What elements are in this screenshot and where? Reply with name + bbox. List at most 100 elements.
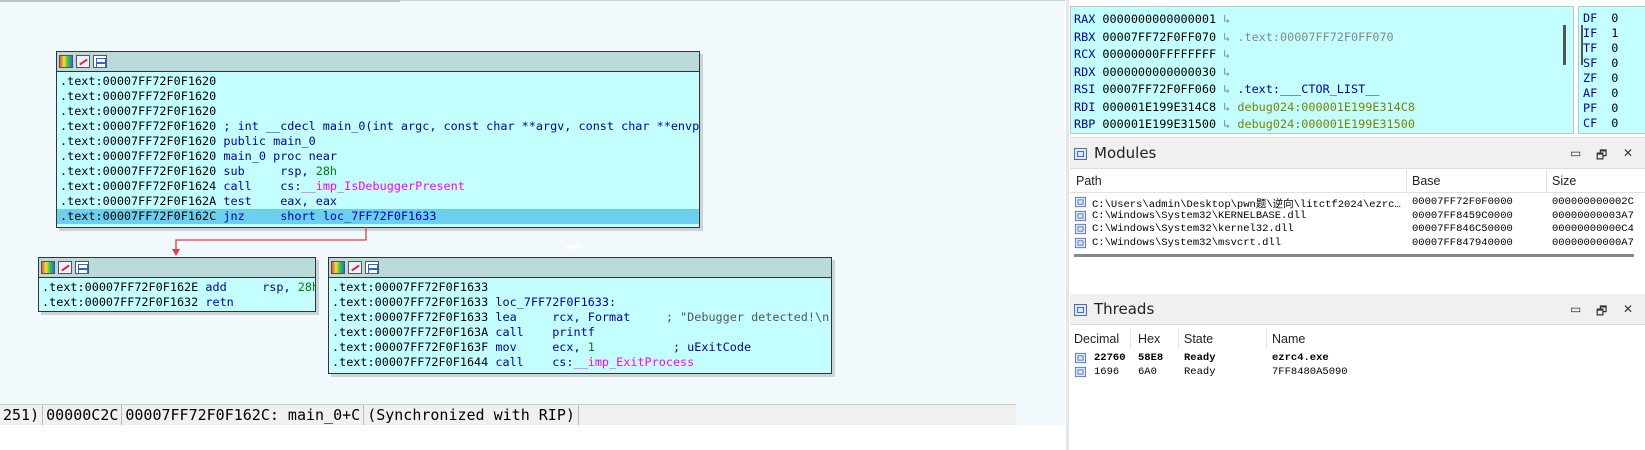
jump-arrow-icon[interactable]: ↳ [1216,100,1237,114]
module-row[interactable]: C:\Windows\System32\msvcrt.dll 00007FF847… [1070,237,1645,251]
flag-row[interactable]: ZF 0 [1583,71,1645,86]
flag-name: AF [1583,86,1598,100]
jump-arrow-icon[interactable]: ↳ [1216,30,1237,44]
flag-row[interactable]: SF 0 [1583,56,1645,71]
thread-row[interactable]: 22760 58E8 Ready ezrc4.exe [1070,352,1645,366]
close-button[interactable]: ✕ [1623,302,1633,316]
modules-icon [1074,148,1087,160]
threads-table: 22760 58E8 Ready ezrc4.exe 1696 6A0 Ready 7FF84… [1070,352,1645,380]
flag-name: SF [1583,56,1598,70]
edge-false-branch [175,227,367,252]
module-size: 00000000000C4 [1552,223,1634,235]
jump-arrow-icon[interactable]: ↳ [1216,117,1237,131]
status-cell: 00000C2C [43,405,123,425]
col-divider[interactable] [1130,328,1131,348]
col-state[interactable]: State [1184,332,1213,346]
jump-arrow-icon[interactable]: ↳ [1216,82,1237,96]
flag-value[interactable]: 0 [1611,101,1618,115]
flag-value[interactable]: 0 [1611,116,1618,130]
close-button[interactable]: ✕ [1623,146,1633,160]
register-row[interactable]: RCX 00000000FFFFFFFF ↳ [1074,46,1573,64]
col-base[interactable]: Base [1412,174,1441,188]
col-divider[interactable] [1546,170,1547,192]
flag-row[interactable]: DF 0 [1583,11,1645,26]
jump-arrow-icon[interactable]: ↳ [1216,47,1237,61]
register-value[interactable]: 00007FF72F0FF060 [1102,82,1216,96]
register-value[interactable]: 00000000FFFFFFFF [1102,47,1216,61]
registers-scrollbar[interactable] [1563,25,1566,65]
col-divider[interactable] [1178,328,1179,348]
flag-row[interactable]: IF 1 [1583,26,1645,41]
register-row[interactable]: RDI 000001E199E314C8 ↳ debug024:000001E1… [1074,99,1573,117]
flag-row[interactable]: CF 0 [1583,116,1645,131]
register-reference[interactable]: .text:00007FF72F0FF070 [1237,30,1393,44]
col-path[interactable]: Path [1076,174,1102,188]
register-value[interactable]: 0000000000000001 [1102,12,1216,26]
register-list: RAX 0000000000000001 ↳ RBX 00007FF72F0FF… [1071,7,1573,133]
register-value[interactable]: 000001E199E31500 [1102,117,1216,131]
panel-splitter[interactable] [1066,0,1069,450]
flag-value[interactable]: 0 [1611,11,1618,25]
flag-value[interactable]: 0 [1611,86,1618,100]
restore-button[interactable]: 🗗 [1596,146,1607,167]
flag-value[interactable]: 0 [1611,41,1618,55]
modules-window[interactable]: Modules ▭ 🗗 ✕ Path Base Size C:\Users\ad… [1070,137,1645,266]
flag-value[interactable]: 1 [1611,26,1618,40]
register-row[interactable]: RAX 0000000000000001 ↳ [1074,11,1573,29]
threads-title: Threads [1094,300,1155,318]
register-name: RBP [1074,117,1096,131]
flags-scrollbar[interactable] [1581,25,1583,65]
col-divider[interactable] [1266,328,1267,348]
flag-row[interactable]: TF 0 [1583,41,1645,56]
col-hex[interactable]: Hex [1138,332,1160,346]
flag-value[interactable]: 0 [1611,56,1618,70]
register-name: RCX [1074,47,1096,61]
thread-icon [1074,366,1087,378]
col-decimal[interactable]: Decimal [1074,332,1119,346]
register-row[interactable]: RSI 00007FF72F0FF060 ↳ .text:___CTOR_LIS… [1074,81,1573,99]
status-cell: 251) [0,405,44,425]
register-reference[interactable]: .text:___CTOR_LIST__ [1237,82,1379,96]
col-divider[interactable] [1406,170,1407,192]
module-row[interactable]: C:\Windows\System32\kernel32.dll 00007FF8… [1070,223,1645,237]
disassembly-graph-view[interactable]: .text:00007FF72F0F1620 .text:00007FF72F0… [0,0,1065,425]
minimize-button[interactable]: ▭ [1570,146,1581,160]
threads-window[interactable]: Threads ▭ 🗗 ✕ Decimal Hex State Name 227… [1070,294,1645,450]
register-value[interactable]: 00007FF72F0FF070 [1102,30,1216,44]
module-row[interactable]: C:\Windows\System32\KERNELBASE.dll 00007F… [1070,210,1645,224]
general-registers-panel[interactable]: RAX 0000000000000001 ↳ RBX 00007FF72F0FF… [1070,6,1574,134]
thread-decimal: 22760 [1094,352,1126,364]
threads-icon [1074,304,1087,316]
flags-panel[interactable]: DF 0 IF 1 TF 0 SF 0 ZF 0 AF 0 PF 0 CF 0 [1578,6,1645,134]
register-reference[interactable]: debug024:000001E199E31500 [1237,117,1415,131]
module-size: 000000000002C [1552,196,1634,208]
jump-arrow-icon[interactable]: ↳ [1216,65,1237,79]
modules-hscrollbar[interactable] [1074,254,1634,257]
module-icon [1074,223,1087,235]
jump-arrow-icon[interactable]: ↳ [1216,12,1237,26]
register-row[interactable]: RBP 000001E199E31500 ↳ debug024:000001E1… [1074,116,1573,133]
register-row[interactable]: RBX 00007FF72F0FF070 ↳ .text:00007FF72F0… [1074,29,1573,47]
flag-row[interactable]: AF 0 [1583,86,1645,101]
restore-button[interactable]: 🗗 [1596,302,1607,323]
module-row[interactable]: C:\Users\admin\Desktop\pwn题\逆向\litctf202… [1070,196,1645,211]
flag-name: DF [1583,11,1598,25]
module-icon [1074,210,1087,221]
col-size[interactable]: Size [1552,174,1576,188]
module-base: 00007FF72F0F0000 [1412,196,1513,208]
thread-row[interactable]: 1696 6A0 Ready 7FF8480A5090 [1070,366,1645,380]
col-name[interactable]: Name [1272,332,1305,346]
minimize-button[interactable]: ▭ [1570,302,1581,316]
flag-list: DF 0 IF 1 TF 0 SF 0 ZF 0 AF 0 PF 0 CF 0 [1579,7,1645,131]
thread-name: 7FF8480A5090 [1272,366,1348,378]
register-row[interactable]: RDX 0000000000000030 ↳ [1074,64,1573,82]
modules-table: C:\Users\admin\Desktop\pwn题\逆向\litctf202… [1070,196,1645,250]
register-name: RBX [1074,29,1096,44]
status-cell: 00007FF72F0F162C: main_0+C [122,405,365,425]
register-value[interactable]: 0000000000000030 [1102,65,1216,79]
thread-icon [1074,352,1087,364]
register-reference[interactable]: debug024:000001E199E314C8 [1237,100,1415,114]
flag-value[interactable]: 0 [1611,71,1618,85]
flag-row[interactable]: PF 0 [1583,101,1645,116]
register-value[interactable]: 000001E199E314C8 [1102,100,1216,114]
